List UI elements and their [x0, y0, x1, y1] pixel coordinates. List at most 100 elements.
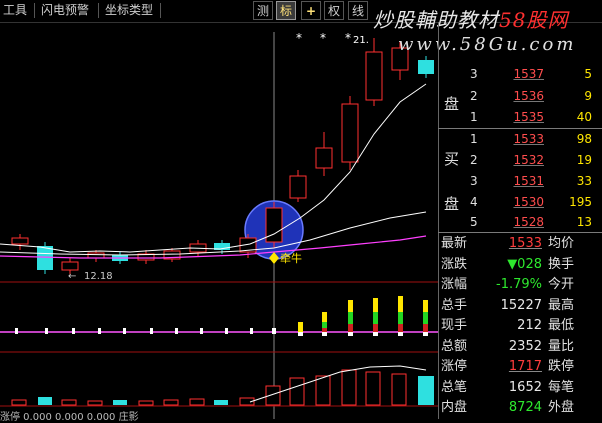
quote-label: 涨跌 — [441, 256, 468, 272]
quote-label-secondary: 最高 — [548, 297, 575, 313]
ask-level: 1 — [470, 110, 478, 124]
bid-level: 3 — [470, 174, 478, 188]
tab-add-icon[interactable]: + — [301, 1, 321, 20]
quote-label: 总额 — [441, 338, 468, 354]
ask-level: 2 — [470, 89, 478, 103]
quote-value: 8724 — [508, 400, 542, 415]
quote-row: 涨跌 ▼028 换手 — [438, 254, 602, 275]
quote-row: 涨停 1717 跌停 — [438, 356, 602, 377]
bottom-indicator-strip: 涨停 0.000 0.000 0.000 庄影 — [0, 412, 139, 423]
bid-level: 1 — [470, 132, 478, 146]
order-book-ask-row[interactable]: 1 1535 40 — [438, 107, 602, 127]
candle-up — [265, 207, 283, 243]
bid-price: 1528 — [513, 215, 544, 229]
order-book-ask-row[interactable]: 3 1537 5 — [438, 64, 602, 84]
quote-label: 最新 — [441, 236, 468, 251]
candle-up — [365, 51, 383, 101]
bid-price: 1533 — [513, 132, 544, 146]
candle-up — [11, 237, 29, 245]
quote-label: 内盘 — [441, 400, 468, 415]
quote-value: 1652 — [508, 379, 542, 395]
ask-price: 1537 — [513, 67, 544, 81]
quote-row: 涨幅 -1.79% 今开 — [438, 274, 602, 295]
candle-down — [37, 246, 53, 270]
quote-row: 内盘 8724 外盘 — [438, 397, 602, 418]
quote-row: 现手 212 最低 — [438, 315, 602, 336]
quote-value: 2352 — [508, 338, 542, 354]
chart-marker: * — [345, 31, 351, 45]
candle-up — [289, 175, 307, 199]
quote-value: ▼028 — [507, 256, 542, 272]
order-book-bid-row[interactable]: 5 1528 13 — [438, 212, 602, 232]
high-price-label: 21. — [353, 35, 369, 46]
quote-label-secondary: 跌停 — [548, 359, 575, 374]
chart-marker: * — [320, 31, 326, 45]
toolbar-divider — [160, 3, 161, 18]
candle-up — [341, 103, 359, 163]
quote-label-secondary: 量比 — [548, 338, 575, 354]
ask-volume: 40 — [576, 110, 592, 124]
bid-volume: 195 — [569, 195, 592, 209]
tab-rights[interactable]: 权 — [324, 1, 344, 20]
chart-marker: * — [296, 31, 302, 45]
quote-label-secondary: 换手 — [548, 256, 575, 272]
order-book-bid-row[interactable]: 3 1531 33 — [438, 171, 602, 191]
axis-type-menu[interactable]: 坐标类型 — [102, 2, 156, 19]
quote-label: 总笔 — [441, 379, 468, 395]
quote-label: 现手 — [441, 318, 468, 333]
quote-label-secondary: 外盘 — [548, 400, 575, 415]
quote-row: 最新 1533 均价 — [438, 233, 602, 254]
quote-value: -1.79% — [496, 277, 542, 292]
candle-down — [418, 60, 434, 74]
ask-volume: 9 — [584, 89, 592, 103]
low-price-label: 12.18 — [84, 271, 113, 282]
order-book-bid-row[interactable]: 1 1533 98 — [438, 129, 602, 149]
tools-menu[interactable]: 工具 — [0, 2, 30, 19]
order-book-bid-row[interactable]: 2 1532 19 — [438, 150, 602, 170]
flash-alert-menu[interactable]: 闪电预警 — [38, 2, 92, 19]
low-price-arrow: ← — [68, 271, 76, 282]
candle-up — [87, 252, 105, 259]
bid-volume: 19 — [576, 153, 592, 167]
ma-slow-line — [0, 235, 427, 259]
toolbar-divider — [98, 3, 99, 18]
bid-level: 2 — [470, 153, 478, 167]
signal-label: 牵牛 — [280, 251, 302, 265]
quote-label: 涨幅 — [441, 277, 468, 292]
ma-fast-line — [0, 83, 427, 253]
indicator-panel — [0, 296, 438, 336]
quote-row: 总手 15227 最高 — [438, 295, 602, 316]
candle-up — [315, 147, 333, 169]
candles — [11, 38, 434, 274]
quote-label-secondary: 均价 — [548, 236, 575, 251]
bid-price: 1531 — [513, 174, 544, 188]
bid-level: 5 — [470, 215, 478, 229]
quote-value: 15227 — [500, 297, 542, 313]
bid-volume: 33 — [576, 174, 592, 188]
quote-label-secondary: 今开 — [548, 277, 575, 292]
bid-level: 4 — [470, 195, 478, 209]
tab-measure[interactable]: 测 — [253, 1, 273, 20]
bid-volume: 98 — [576, 132, 592, 146]
order-book-bid-row[interactable]: 4 1530 195 — [438, 192, 602, 212]
quote-value: 212 — [517, 318, 542, 333]
tab-line[interactable]: 线 — [348, 1, 368, 20]
volume-panel — [11, 365, 434, 406]
quote-label-secondary: 每笔 — [548, 379, 575, 395]
bid-price: 1532 — [513, 153, 544, 167]
candle-up — [61, 261, 79, 271]
quote-value: 1717 — [508, 359, 542, 374]
ask-price: 1536 — [513, 89, 544, 103]
candlestick-chart[interactable]: * * * 21. ← 12.18 牵牛 — [0, 22, 438, 419]
toolbar-divider — [34, 3, 35, 18]
quote-label: 涨停 — [441, 359, 468, 374]
quote-row: 总额 2352 量比 — [438, 336, 602, 357]
quote-label-secondary: 最低 — [548, 318, 575, 333]
bid-volume: 13 — [576, 215, 592, 229]
ask-price: 1535 — [513, 110, 544, 124]
quote-value: 1533 — [508, 236, 542, 251]
order-book-ask-row[interactable]: 2 1536 9 — [438, 86, 602, 106]
ask-level: 3 — [470, 67, 478, 81]
quote-label: 总手 — [441, 297, 468, 313]
tab-mark[interactable]: 标 — [276, 1, 296, 20]
